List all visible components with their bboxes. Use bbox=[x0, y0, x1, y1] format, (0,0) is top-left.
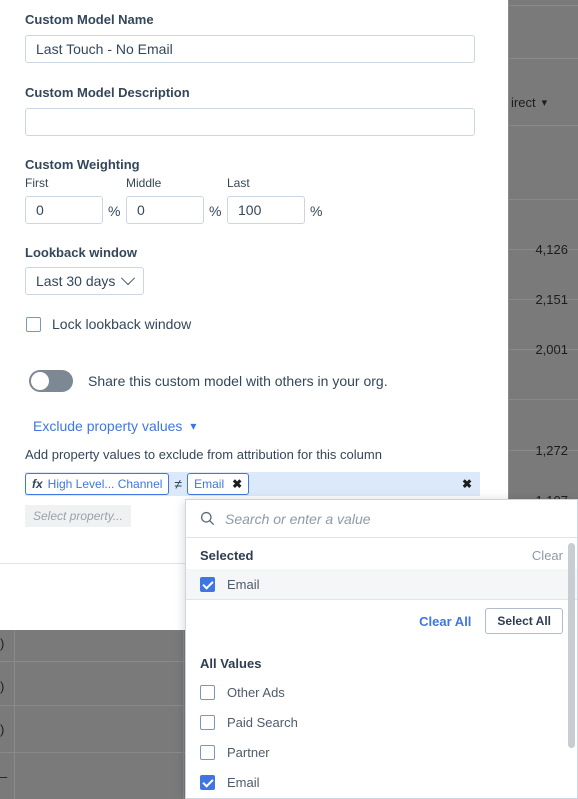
lock-lookback-label: Lock lookback window bbox=[52, 316, 192, 332]
weight-first-input[interactable] bbox=[25, 196, 103, 224]
weight-last-input[interactable] bbox=[227, 196, 305, 224]
dropdown-scrollbar-thumb[interactable] bbox=[568, 543, 575, 748]
exclude-filter-row: fx High Level... Channel ≠ Email ✖ ✖ bbox=[25, 472, 480, 496]
share-model-toggle[interactable] bbox=[29, 370, 73, 392]
selected-list-item[interactable]: Email bbox=[186, 569, 577, 599]
all-values-item-label: Email bbox=[227, 774, 260, 790]
chevron-down-icon bbox=[121, 271, 136, 286]
bg-rule bbox=[508, 125, 578, 126]
toggle-knob bbox=[31, 372, 49, 390]
weight-first-unit: % bbox=[108, 203, 121, 219]
value-search-placeholder: Search or enter a value bbox=[225, 510, 371, 527]
bg-rule bbox=[183, 630, 184, 799]
all-values-list-item[interactable]: Other Ads bbox=[186, 677, 577, 707]
share-model-row[interactable]: Share this custom model with others in y… bbox=[29, 370, 388, 392]
all-values-heading: All Values bbox=[200, 656, 262, 671]
bg-column-header-label: irect bbox=[511, 94, 536, 110]
lock-lookback-row[interactable]: Lock lookback window bbox=[26, 316, 191, 332]
exclude-helper-text: Add property values to exclude from attr… bbox=[25, 447, 382, 462]
custom-model-name-input[interactable] bbox=[25, 35, 475, 63]
weight-middle-unit: % bbox=[209, 203, 222, 219]
filter-value-label: Email bbox=[194, 477, 225, 491]
selected-item-checkbox[interactable] bbox=[200, 576, 215, 592]
bg-rule bbox=[508, 58, 578, 59]
search-icon bbox=[200, 511, 215, 526]
bg-column-header: irect ▾ bbox=[508, 90, 578, 114]
selection-actions: Clear All Select All bbox=[186, 599, 577, 642]
lookback-window-value: Last 30 days bbox=[36, 273, 116, 289]
bg-cell-value: 2,151 bbox=[535, 291, 568, 307]
bg-table-cell: – bbox=[0, 765, 14, 787]
filter-property-label: High Level... Channel bbox=[47, 477, 163, 491]
function-icon: fx bbox=[32, 477, 43, 491]
bg-cell-value: 1,272 bbox=[535, 442, 568, 458]
filter-property-chip[interactable]: fx High Level... Channel bbox=[25, 473, 170, 495]
chevron-down-icon: ▾ bbox=[541, 96, 548, 109]
bg-cell-value: 4,126 bbox=[535, 241, 568, 257]
weight-first-label: First bbox=[25, 176, 49, 190]
exclude-property-values-label: Exclude property values bbox=[33, 418, 183, 434]
weight-last-label: Last bbox=[227, 176, 250, 190]
all-values-item-checkbox[interactable] bbox=[200, 774, 215, 790]
chevron-down-icon: ▾ bbox=[190, 419, 197, 433]
close-icon[interactable]: ✖ bbox=[232, 477, 242, 491]
bg-rule bbox=[508, 5, 578, 6]
weight-middle-input[interactable] bbox=[126, 196, 204, 224]
all-values-list-item[interactable]: Paid Search bbox=[186, 707, 577, 737]
selected-item-label: Email bbox=[227, 576, 260, 592]
lookback-window-label: Lookback window bbox=[25, 245, 137, 260]
bg-table-cell: ) bbox=[0, 632, 14, 654]
all-values-item-checkbox[interactable] bbox=[200, 684, 215, 700]
all-values-section-header: All Values bbox=[186, 642, 577, 677]
bg-table-cell: ) bbox=[0, 718, 14, 740]
bg-cell-value: ) bbox=[0, 678, 5, 694]
value-dropdown-panel: Search or enter a value Selected Clear E… bbox=[185, 499, 578, 799]
lock-lookback-checkbox[interactable] bbox=[26, 316, 41, 332]
select-all-button[interactable]: Select All bbox=[485, 608, 563, 634]
bg-table-cell: ) bbox=[0, 675, 14, 697]
bg-cell-value: ) bbox=[0, 635, 5, 651]
all-values-item-label: Paid Search bbox=[227, 714, 298, 730]
value-search-row[interactable]: Search or enter a value bbox=[186, 500, 577, 538]
remove-filter-icon[interactable]: ✖ bbox=[462, 477, 472, 491]
bg-rule bbox=[14, 630, 15, 799]
select-property-placeholder[interactable]: Select property... bbox=[25, 505, 131, 527]
bg-table-cell: 1,272 bbox=[508, 437, 578, 463]
share-model-label: Share this custom model with others in y… bbox=[88, 373, 388, 389]
selected-section-header: Selected Clear bbox=[186, 538, 577, 569]
weight-last-unit: % bbox=[310, 203, 323, 219]
bg-table-cell: 2,151 bbox=[508, 286, 578, 312]
custom-model-name-label: Custom Model Name bbox=[25, 12, 154, 27]
custom-model-description-label: Custom Model Description bbox=[25, 85, 190, 100]
custom-weighting-label: Custom Weighting bbox=[25, 157, 140, 172]
custom-model-description-input[interactable] bbox=[25, 108, 475, 136]
bg-table-cell: 2,001 bbox=[508, 336, 578, 362]
bg-cell-value: – bbox=[0, 768, 8, 784]
bg-table-cell: 4,126 bbox=[508, 236, 578, 262]
all-values-list-item[interactable]: Email bbox=[186, 767, 577, 797]
filter-value-chip[interactable]: Email ✖ bbox=[187, 473, 250, 495]
lookback-window-select[interactable]: Last 30 days bbox=[25, 267, 145, 295]
all-values-item-label: Partner bbox=[227, 744, 270, 760]
all-values-item-checkbox[interactable] bbox=[200, 714, 215, 730]
all-values-list-item[interactable]: Partner bbox=[186, 737, 577, 767]
clear-all-button[interactable]: Clear All bbox=[419, 614, 471, 629]
all-values-item-checkbox[interactable] bbox=[200, 744, 215, 760]
filter-operator: ≠ bbox=[174, 476, 183, 492]
weight-middle-label: Middle bbox=[126, 176, 162, 190]
bg-cell-value: 2,001 bbox=[535, 341, 568, 357]
bg-rule bbox=[508, 199, 578, 200]
bg-cell-value: ) bbox=[0, 721, 5, 737]
bg-table-cell bbox=[508, 386, 578, 412]
all-values-item-label: Other Ads bbox=[227, 684, 285, 700]
selected-heading: Selected bbox=[200, 548, 254, 563]
exclude-property-values-toggle[interactable]: Exclude property values ▾ bbox=[33, 418, 196, 434]
clear-selected-button[interactable]: Clear bbox=[532, 548, 563, 563]
